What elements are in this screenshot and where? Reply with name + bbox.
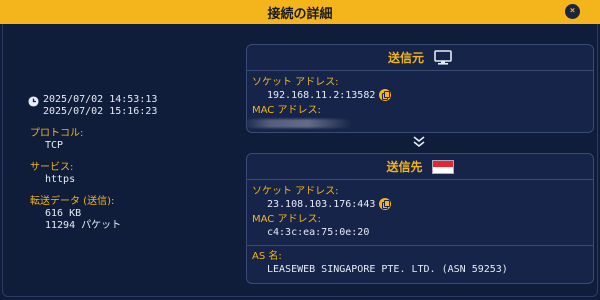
time-range: 2025/07/02 14:53:13 2025/07/02 15:16:23 xyxy=(28,94,158,118)
as-name-label: AS 名: xyxy=(252,251,282,262)
close-button[interactable]: × xyxy=(565,4,580,19)
as-name-value: LEASEWEB SINGAPORE PTE. LTD. (ASN 59253) xyxy=(267,264,508,275)
source-panel: 送信元 ソケット アドレス: 192.168.11.2:13582 MAC アド… xyxy=(246,44,594,133)
source-title: 送信元 xyxy=(387,51,424,65)
clock-icon xyxy=(28,96,39,107)
destination-socket-value: 23.108.103.176:443 xyxy=(267,199,376,210)
source-socket-value: 192.168.11.2:13582 xyxy=(267,90,376,101)
chevron-down-icon xyxy=(413,136,425,148)
start-time: 2025/07/02 14:53:13 xyxy=(43,94,158,105)
title-bar: 接続の詳細 × xyxy=(0,0,600,24)
service-value: https xyxy=(45,174,76,185)
destination-panel: 送信先 ソケット アドレス: 23.108.103.176:443 MAC アド… xyxy=(246,153,594,284)
dialog-title: 接続の詳細 xyxy=(267,6,333,22)
protocol-value: TCP xyxy=(45,140,64,151)
copy-source-socket-button[interactable] xyxy=(379,89,392,101)
transfer-size: 616 KB xyxy=(45,208,82,219)
transfer-packets: 11294 パケット xyxy=(45,220,122,231)
source-header: 送信元 xyxy=(247,45,593,71)
divider xyxy=(247,245,593,246)
end-time: 2025/07/02 15:16:23 xyxy=(43,106,158,117)
protocol-label: プロトコル: xyxy=(30,128,84,139)
connection-summary: 2025/07/02 14:53:13 2025/07/02 15:16:23 … xyxy=(28,94,158,232)
monitor-icon xyxy=(434,50,452,65)
destination-title: 送信先 xyxy=(386,160,423,174)
destination-socket-label: ソケット アドレス: xyxy=(252,186,339,197)
redacted-mac-value xyxy=(247,118,352,128)
service-label: サービス: xyxy=(30,162,74,173)
destination-mac-label: MAC アドレス: xyxy=(252,214,321,225)
destination-mac-value: c4:3c:ea:75:0e:20 xyxy=(267,227,370,238)
destination-header: 送信先 xyxy=(247,154,593,180)
copy-destination-socket-button[interactable] xyxy=(379,198,392,210)
transfer-label: 転送データ (送信): xyxy=(30,196,115,207)
close-icon: × xyxy=(569,6,576,16)
source-socket-label: ソケット アドレス: xyxy=(252,77,339,88)
singapore-flag-icon xyxy=(431,159,454,174)
source-mac-label: MAC アドレス: xyxy=(252,105,321,116)
